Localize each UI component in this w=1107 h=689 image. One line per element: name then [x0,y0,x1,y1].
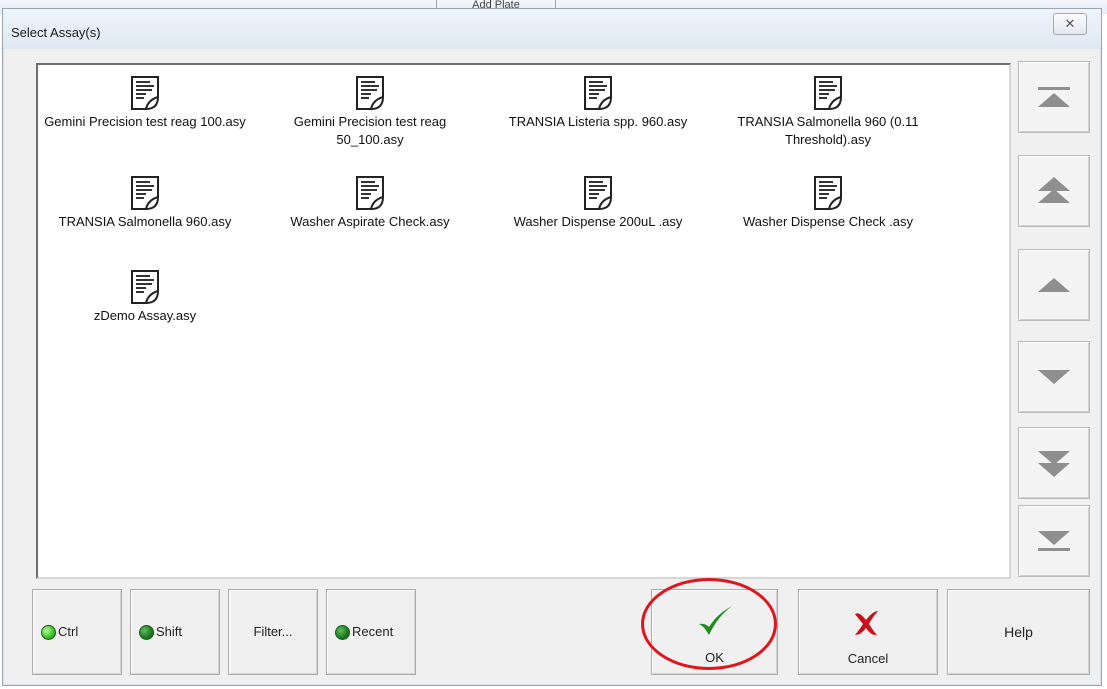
scroll-top-icon [1038,87,1070,107]
close-button[interactable]: ✕ [1053,13,1087,35]
close-icon: ✕ [1064,16,1076,31]
cancel-label: Cancel [847,651,889,666]
document-icon [814,176,842,210]
file-label: Gemini Precision test reag 100.asy [44,114,246,129]
help-button[interactable]: Help [947,589,1090,675]
document-icon [131,176,159,210]
file-label: TRANSIA Listeria spp. 960.asy [508,114,688,129]
shift-label: Shift [156,624,183,639]
line-down-icon [1038,370,1070,384]
document-icon [584,176,612,210]
recent-button[interactable]: Recent [326,589,416,675]
filter-label: Filter... [253,624,293,639]
document-icon [131,270,159,304]
scroll-bottom-icon [1038,531,1070,551]
file-item[interactable]: Washer Dispense 200uL .asy [483,175,713,231]
x-mark-icon [855,611,878,636]
shift-button[interactable]: Shift [130,589,220,675]
document-icon [814,76,842,110]
line-up-button[interactable] [1018,249,1090,321]
file-item[interactable]: TRANSIA Listeria spp. 960.asy [483,75,713,131]
file-item[interactable]: Gemini Precision test reag 50_100.asy [255,75,485,149]
file-item[interactable]: TRANSIA Salmonella 960 (0.11 Threshold).… [713,75,943,149]
line-up-icon [1038,278,1070,292]
file-item[interactable]: Gemini Precision test reag 100.asy [30,75,260,131]
ctrl-label: Ctrl [58,624,79,639]
scroll-bottom-button[interactable] [1018,505,1090,577]
file-item[interactable]: TRANSIA Salmonella 960.asy [30,175,260,231]
dialog-title: Select Assay(s) [11,25,101,40]
dialog-titlebar: Select Assay(s) ✕ [3,9,1101,49]
document-icon [131,76,159,110]
file-item[interactable]: Washer Dispense Check .asy [713,175,943,231]
file-label: TRANSIA Salmonella 960 (0.11 Threshold).… [737,114,919,147]
page-up-icon [1038,177,1070,203]
help-label: Help [1004,624,1033,640]
file-label: TRANSIA Salmonella 960.asy [58,214,232,229]
recent-indicator-led [335,625,350,640]
recent-label: Recent [352,624,394,639]
file-label: Washer Dispense Check .asy [742,214,914,229]
file-label: Washer Dispense 200uL .asy [513,214,683,229]
file-label: Washer Aspirate Check.asy [290,214,450,229]
file-label: zDemo Assay.asy [93,308,197,323]
document-icon [584,76,612,110]
ctrl-indicator-led [41,625,56,640]
page-down-button[interactable] [1018,427,1090,499]
filter-button[interactable]: Filter... [228,589,318,675]
assay-file-list[interactable]: Gemini Precision test reag 100.asy Gemin… [36,63,1011,579]
page-down-icon [1038,451,1070,477]
document-icon [356,176,384,210]
page-up-button[interactable] [1018,155,1090,227]
select-assay-dialog: Select Assay(s) ✕ Gemini Precision test … [2,8,1102,686]
ok-highlight-circle [641,578,777,670]
shift-indicator-led [139,625,154,640]
line-down-button[interactable] [1018,341,1090,413]
scroll-top-button[interactable] [1018,61,1090,133]
cancel-button[interactable]: Cancel [798,589,938,675]
file-item[interactable]: zDemo Assay.asy [30,269,260,325]
document-icon [356,76,384,110]
ctrl-button[interactable]: Ctrl [32,589,122,675]
file-item[interactable]: Washer Aspirate Check.asy [255,175,485,231]
file-label: Gemini Precision test reag 50_100.asy [293,114,447,147]
